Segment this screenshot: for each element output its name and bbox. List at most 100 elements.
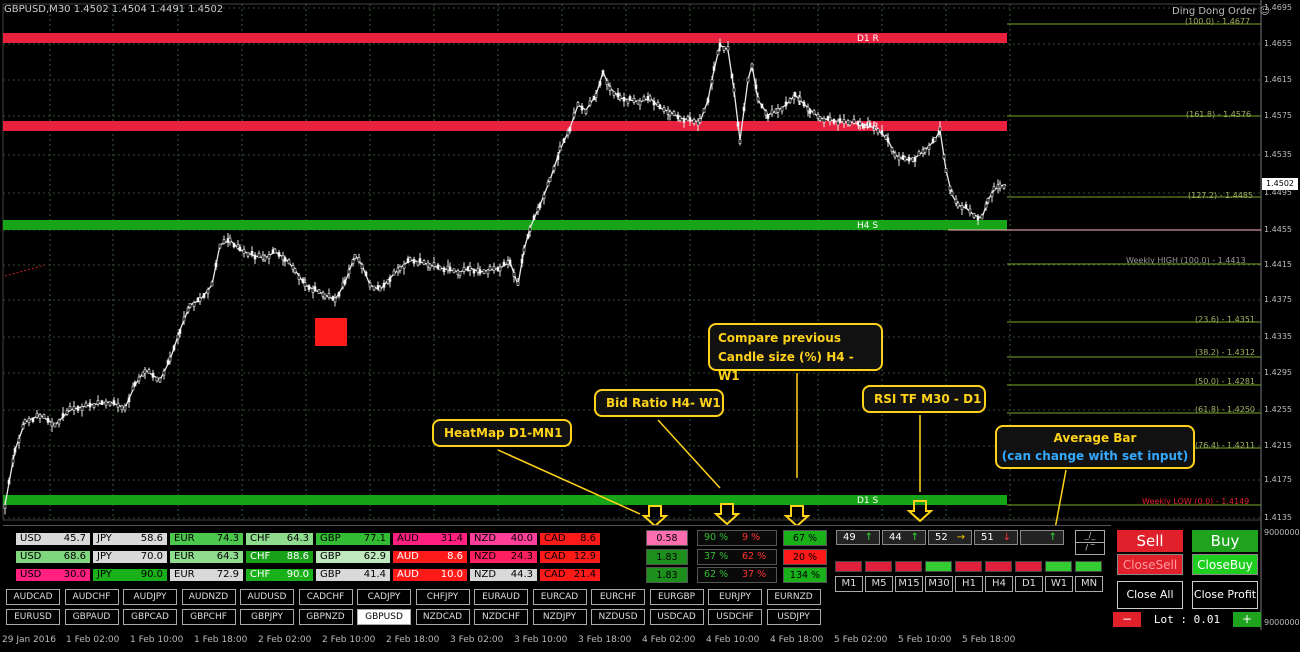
close-buy-button[interactable]: CloseBuy	[1192, 554, 1258, 575]
buy-button[interactable]: Buy	[1192, 530, 1258, 552]
heatmap-cell: CHF 88.6	[246, 551, 313, 563]
price-tick-label: 1.4295	[1264, 368, 1292, 377]
lot-size-display[interactable]: Lot : 0.01	[1143, 612, 1231, 627]
pair-button-nzdchf[interactable]: NZDCHF	[474, 609, 528, 625]
average-bar-cell	[1075, 561, 1102, 572]
heatmap-cell: JPY 90.0	[93, 569, 167, 581]
heatmap-cell: AUD 10.0	[393, 569, 467, 581]
heatmap-cell: NZD 44.3	[470, 569, 537, 581]
time-tick-label: 5 Feb 18:00	[962, 635, 1016, 645]
pair-button-eurnzd[interactable]: EURNZD	[766, 589, 821, 605]
pair-button-usdchf[interactable]: USDCHF	[708, 609, 762, 625]
currency-code: GBP	[320, 533, 341, 544]
pair-button-gbpjpy[interactable]: GBPJPY	[240, 609, 294, 625]
time-tick-label: 1 Feb 10:00	[130, 635, 184, 645]
timeframe-m15[interactable]: M15	[895, 576, 923, 592]
pair-button-euraud[interactable]: EURAUD	[474, 589, 528, 605]
pair-button-gbpaud[interactable]: GBPAUD	[64, 609, 119, 625]
pair-button-eurusd[interactable]: EURUSD	[6, 609, 60, 625]
heatmap-cell: JPY 58.6	[93, 533, 167, 545]
currency-code: JPY	[97, 533, 112, 544]
currency-code: CAD	[544, 533, 566, 544]
heatmap-cell: CHF 90.0	[246, 569, 313, 581]
currency-code: AUD	[397, 569, 419, 580]
candle-size-pct: 20 %	[783, 549, 827, 565]
currency-code: AUD	[397, 551, 419, 562]
pair-button-gbpchf[interactable]: GBPCHF	[181, 609, 236, 625]
pair-button-nzdcad[interactable]: NZDCAD	[415, 609, 470, 625]
pair-button-nzdjpy[interactable]: NZDJPY	[532, 609, 587, 625]
candle-compare-bull: 90 %	[704, 532, 729, 543]
timeframe-m1[interactable]: M1	[835, 576, 863, 592]
rsi-arrow-icon: ↑	[910, 532, 919, 543]
rsi-cell: 51 ↓	[974, 530, 1018, 545]
average-bar-cell	[1015, 561, 1042, 572]
timeframe-h1[interactable]: H1	[955, 576, 983, 592]
candle-compare-bear: 9 %	[742, 532, 761, 543]
time-tick-label: 4 Feb 18:00	[770, 635, 824, 645]
close-profit-button[interactable]: Close Profit	[1192, 581, 1258, 609]
strength-value: 58.6	[140, 533, 163, 544]
lot-increase-button[interactable]: +	[1233, 612, 1261, 627]
pair-button-gbpnzd[interactable]: GBPNZD	[298, 609, 353, 625]
heatmap-cell: CHF 64.3	[246, 533, 313, 545]
pair-button-audcad[interactable]: AUDCAD	[6, 589, 60, 605]
pair-button-gbpcad[interactable]: GBPCAD	[123, 609, 177, 625]
currency-code: CHF	[250, 533, 271, 544]
strength-value: 88.6	[286, 551, 309, 562]
pair-button-cadchf[interactable]: CADCHF	[298, 589, 353, 605]
pair-button-chfjpy[interactable]: CHFJPY	[415, 589, 470, 605]
price-tick-label: 9000000	[1264, 528, 1300, 537]
timeframe-w1[interactable]: W1	[1045, 576, 1073, 592]
d1-support-label: D1 S	[857, 496, 879, 506]
time-tick-label: 2 Feb 10:00	[322, 635, 376, 645]
strength-value: 77.1	[363, 533, 386, 544]
price-tick-label: 1.4655	[1264, 39, 1292, 48]
timeframe-m30[interactable]: M30	[925, 576, 953, 592]
strength-value: 72.9	[216, 569, 239, 580]
symbol-info: GBPUSD,M30 1.4502 1.4504 1.4491 1.4502	[4, 4, 224, 15]
pair-button-audnzd[interactable]: AUDNZD	[181, 589, 236, 605]
trend-down-button[interactable]: / ‾	[1075, 542, 1105, 555]
pair-button-eurcad[interactable]: EURCAD	[532, 589, 587, 605]
rsi-cell: 49 ↑	[836, 530, 880, 545]
fib-level-label: Weekly HIGH (100.0) - 1.4413	[1126, 256, 1246, 265]
pair-button-gbpusd[interactable]: GBPUSD	[357, 609, 411, 625]
rsi-value: 49	[843, 532, 856, 543]
heatmap-cell: GBP 41.4	[316, 569, 390, 581]
pair-button-eurjpy[interactable]: EURJPY	[708, 589, 762, 605]
currency-code: CHF	[250, 551, 271, 562]
heatmap-cell: CAD 12.9	[540, 551, 600, 563]
fib-level-label: Weekly LOW (0.0) - 1.4149	[1142, 497, 1250, 506]
timeframe-d1[interactable]: D1	[1015, 576, 1043, 592]
pair-button-audusd[interactable]: AUDUSD	[240, 589, 294, 605]
rsi-arrow-icon: →	[956, 532, 965, 543]
close-all-button[interactable]: Close All	[1117, 581, 1183, 609]
sell-button[interactable]: Sell	[1117, 530, 1183, 552]
pair-button-eurchf[interactable]: EURCHF	[591, 589, 645, 605]
time-tick-label: 3 Feb 18:00	[578, 635, 632, 645]
heatmap-cell: NZD 24.3	[470, 551, 537, 563]
pair-button-audjpy[interactable]: AUDJPY	[123, 589, 177, 605]
fib-level-label: (38.2) - 1.4312	[1195, 348, 1256, 357]
currency-code: CHF	[250, 569, 271, 580]
fib-level-label: (100.0) - 1.4677	[1185, 17, 1251, 26]
price-tick-label: 1.4215	[1264, 441, 1292, 450]
price-tick-label: 1.4415	[1264, 260, 1292, 269]
timeframe-mn[interactable]: MN	[1075, 576, 1103, 592]
rsi-cell: 52 →	[928, 530, 972, 545]
close-sell-button[interactable]: CloseSell	[1117, 554, 1183, 575]
rsi-arrow-icon: ↓	[1002, 532, 1011, 543]
pair-button-audchf[interactable]: AUDCHF	[64, 589, 119, 605]
pair-button-usdcad[interactable]: USDCAD	[649, 609, 704, 625]
price-tick-label: 1.4335	[1264, 332, 1292, 341]
timeframe-h4[interactable]: H4	[985, 576, 1013, 592]
time-tick-label: 2 Feb 02:00	[258, 635, 312, 645]
pair-button-eurgbp[interactable]: EURGBP	[649, 589, 704, 605]
timeframe-m5[interactable]: M5	[865, 576, 893, 592]
pair-button-nzdusd[interactable]: NZDUSD	[591, 609, 645, 625]
pair-button-usdjpy[interactable]: USDJPY	[766, 609, 821, 625]
lot-decrease-button[interactable]: −	[1113, 612, 1141, 627]
pair-button-cadjpy[interactable]: CADJPY	[357, 589, 411, 605]
price-tick-label: 1.4135	[1264, 513, 1292, 522]
